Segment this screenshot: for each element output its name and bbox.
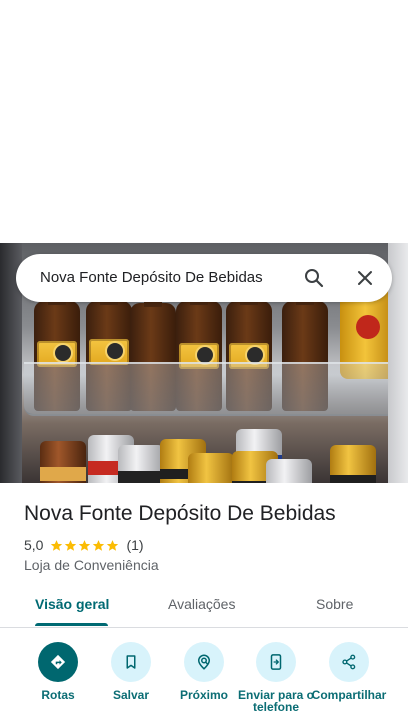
star-icon xyxy=(107,539,119,551)
star-icon xyxy=(79,539,91,551)
tab-about[interactable]: Sobre xyxy=(316,596,353,612)
send-to-phone-button[interactable]: Enviar para o telefone xyxy=(236,642,316,713)
directions-label: Rotas xyxy=(41,688,75,702)
share-icon xyxy=(342,654,356,670)
rating-row[interactable]: 5,0 (1) xyxy=(24,537,144,553)
bookmark-icon xyxy=(126,655,136,669)
save-button[interactable]: Salvar xyxy=(91,642,171,701)
active-tab-indicator xyxy=(35,623,108,626)
directions-icon xyxy=(50,654,66,670)
star-icon xyxy=(51,539,63,551)
review-count: (1) xyxy=(126,537,144,553)
nearby-button[interactable]: Próximo xyxy=(164,642,244,701)
search-query[interactable]: Nova Fonte Depósito De Bebidas xyxy=(40,269,263,286)
map-area[interactable] xyxy=(0,0,408,243)
nearby-icon xyxy=(197,654,211,670)
search-bar[interactable]: Nova Fonte Depósito De Bebidas xyxy=(16,254,392,302)
search-icon[interactable] xyxy=(302,266,326,290)
place-title: Nova Fonte Depósito De Bebidas xyxy=(24,502,336,525)
send-to-phone-icon xyxy=(270,654,282,670)
star-icon xyxy=(65,539,77,551)
share-button[interactable]: Compartilhar xyxy=(309,642,389,701)
close-icon[interactable] xyxy=(353,266,377,290)
send-to-phone-label: Enviar para o telefone xyxy=(237,688,315,714)
tab-bar: Visão geral Avaliações Sobre xyxy=(0,584,408,628)
tab-overview[interactable]: Visão geral xyxy=(35,596,109,612)
save-label: Salvar xyxy=(112,688,150,702)
directions-button[interactable]: Rotas xyxy=(18,642,98,701)
rating-value: 5,0 xyxy=(24,537,44,553)
place-category: Loja de Conveniência xyxy=(24,557,159,573)
share-label: Compartilhar xyxy=(311,688,387,702)
tab-reviews[interactable]: Avaliações xyxy=(168,596,235,612)
rating-stars xyxy=(50,539,120,552)
star-icon xyxy=(93,539,105,551)
nearby-label: Próximo xyxy=(179,688,228,702)
